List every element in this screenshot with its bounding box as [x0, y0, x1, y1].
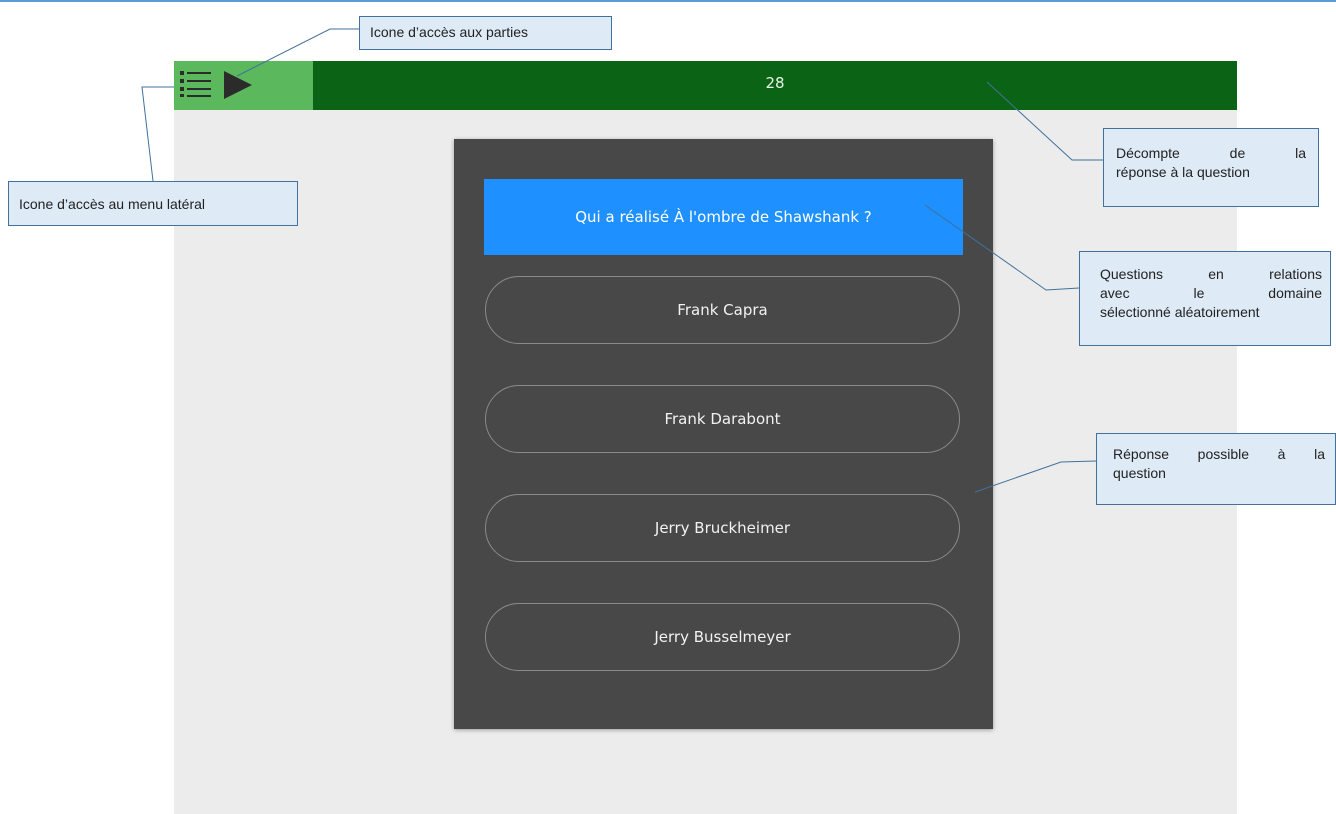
- callout-questions-line2: avec le domaine: [1100, 285, 1322, 301]
- quiz-card: Qui a réalisé À l'ombre de Shawshank ? F…: [454, 139, 993, 729]
- answer-option-3[interactable]: Jerry Bruckheimer: [485, 494, 960, 562]
- callout-parties-icon: Icone d’accès aux parties: [359, 16, 612, 50]
- callout-countdown: Décompte de la réponse à la question: [1103, 128, 1319, 207]
- answer-option-1[interactable]: Frank Capra: [485, 276, 960, 344]
- callout-menu-text: Icone d’accès au menu latéral: [19, 196, 205, 212]
- callout-questions: Questions en relations avec le domaine s…: [1079, 251, 1331, 346]
- app-screen: 28 Qui a réalisé À l'ombre de Shawshank …: [174, 61, 1237, 814]
- play-icon[interactable]: [222, 70, 254, 100]
- top-bar: 28: [174, 61, 1237, 110]
- callout-answer: Réponse possible à la question: [1096, 433, 1336, 505]
- countdown-timer: 28: [765, 74, 785, 92]
- answer-option-4[interactable]: Jerry Busselmeyer: [485, 603, 960, 671]
- list-menu-icon[interactable]: [180, 70, 212, 98]
- callout-menu-icon: Icone d’accès au menu latéral: [8, 181, 298, 226]
- callout-answer-line2: question: [1113, 465, 1166, 481]
- top-bar-icons: [174, 61, 313, 110]
- callout-questions-line3: sélectionné aléatoirement: [1100, 304, 1260, 320]
- question-banner: Qui a réalisé À l'ombre de Shawshank ?: [484, 179, 963, 255]
- answer-option-2[interactable]: Frank Darabont: [485, 385, 960, 453]
- countdown-bar: 28: [313, 61, 1237, 110]
- callout-countdown-line1: Décompte de la: [1116, 145, 1306, 161]
- top-rule: [0, 0, 1336, 2]
- callout-countdown-line2: réponse à la question: [1116, 164, 1250, 180]
- callout-parties-text: Icone d’accès aux parties: [370, 24, 528, 40]
- callout-answer-line1: Réponse possible à la: [1113, 446, 1325, 462]
- callout-questions-line1: Questions en relations: [1100, 266, 1322, 282]
